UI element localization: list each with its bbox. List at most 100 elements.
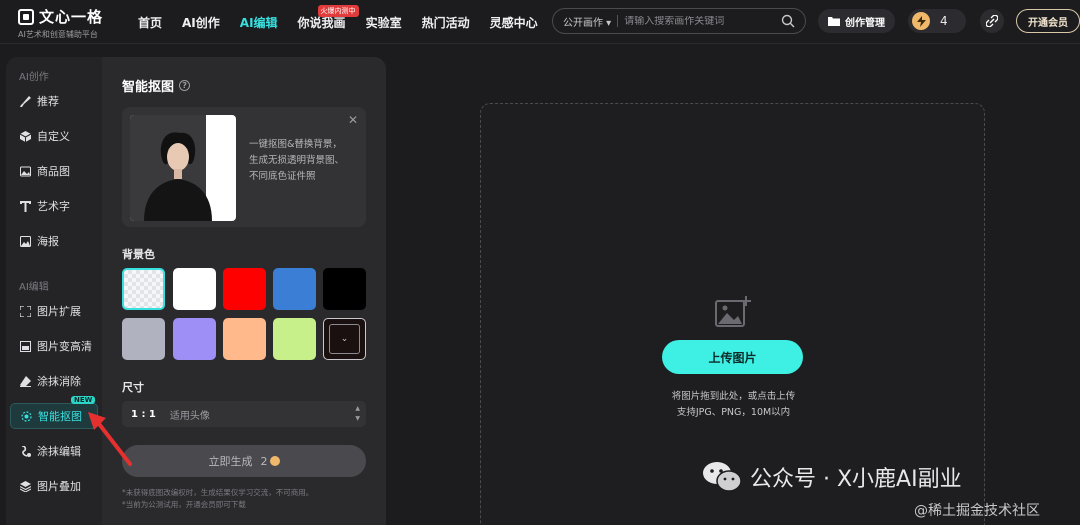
brand-tagline: AI艺术和创意辅助平台 [18,30,98,39]
coin-icon [269,456,280,466]
sidebar-section-create: AI创作 [19,72,49,83]
expand-icon [20,305,31,317]
generate-cost: 2 [261,455,280,468]
sidebar-item-product[interactable]: 商品图 [10,158,98,184]
create-management-label: 创作管理 [845,17,885,29]
swatch-custom[interactable]: ⌄ [323,318,366,360]
search-scope-dropdown[interactable]: 公开画作 ▾ [563,14,611,29]
poster-icon [20,235,31,247]
sidebar-item-smear-edit[interactable]: 涂抹编辑 [10,438,98,464]
cube-icon [20,130,31,142]
folder-icon [828,17,840,26]
stepper-arrows-icon[interactable]: ▲ ▼ [355,404,360,424]
layers-icon [20,480,31,492]
nav-ai-edit[interactable]: AI编辑 [240,14,278,31]
sidebar-item-label: 图片扩展 [37,305,81,318]
tool-panel: AI创作 推荐 自定义 商品图 艺术字 海报 AI编辑 图片扩展 图片变高清 涂… [6,57,386,525]
copyright-note: *未获得底图改编权时，生成结果仅学习交流，不可商用。 [122,488,314,497]
red-arrow-annotation [88,412,132,466]
top-bar: 文心一格 AI艺术和创意辅助平台 首页 AI创作 AI编辑 你说我画 火爆内测中… [0,0,1080,44]
sidebar-item-image-expand[interactable]: 图片扩展 [10,298,98,324]
watermark-text: 公众号 · X小鹿AI副业 [750,467,962,492]
sidebar-item-image-hd[interactable]: 图片变高清 [10,333,98,359]
swatch-peach[interactable] [223,318,266,360]
sidebar-item-label: 涂抹编辑 [37,445,81,458]
nav-you-say-i-draw[interactable]: 你说我画 火爆内测中 [297,4,359,31]
cutout-icon [21,410,32,422]
search-bar: 公开画作 ▾ [552,8,806,34]
logo[interactable]: 文心一格 AI艺术和创意辅助平台 [18,6,103,40]
sidebar-item-art-text[interactable]: 艺术字 [10,193,98,219]
nav-you-say-i-draw-label: 你说我画 [297,15,346,30]
sidebar-item-recommend[interactable]: 推荐 [10,88,98,114]
create-management-button[interactable]: 创作管理 [818,9,895,33]
search-scope-label: 公开画作 [563,17,603,29]
sidebar-item-label: 自定义 [37,130,70,143]
lightning-icon [912,12,930,30]
text-icon [20,200,31,212]
demo-card: 一键抠图&替换背景，生成无损透明背景图、不同底色证件照 ✕ [122,107,366,227]
credits-counter[interactable]: 4 [908,9,966,33]
credits-value: 4 [940,14,948,28]
brand-name: 文心一格 [39,8,104,26]
chevron-down-icon: ⌄ [329,324,360,354]
size-label: 尺寸 [122,381,144,394]
sidebar-item-label: 推荐 [37,95,59,108]
nav-ai-create[interactable]: AI创作 [182,14,220,31]
sidebar-item-smart-cutout[interactable]: 智能抠图 NEW [10,396,98,429]
search-icon[interactable] [781,14,795,28]
source-credit: @稀土掘金技术社区 [914,503,1040,519]
help-icon[interactable]: ? [179,80,191,91]
nav-events[interactable]: 热门活动 [422,14,470,31]
swatch-black[interactable] [323,268,366,310]
swatch-lime[interactable] [273,318,316,360]
upload-hint-drag: 将图片拖到此处，或点击上传 [671,391,796,402]
open-vip-button[interactable]: 开通会员 [1016,9,1080,33]
demo-portrait-image [130,115,236,221]
sidebar-item-custom[interactable]: 自定义 [10,123,98,149]
search-input[interactable] [624,15,781,27]
nav-inspiration[interactable]: 灵感中心 [490,14,538,31]
swatch-gray[interactable] [122,318,165,360]
sidebar-item-label: 智能抠图 [38,410,82,423]
paint-icon [21,445,31,457]
size-select[interactable]: 1 : 1 适用头像 ▲ ▼ [122,401,366,427]
sidebar-item-label: 商品图 [37,165,70,178]
close-icon[interactable]: ✕ [348,113,358,127]
swatch-transparent[interactable] [122,268,165,310]
add-image-icon [715,296,751,327]
hot-badge: 火爆内测中 [317,4,359,17]
size-description: 适用头像 [169,410,210,422]
sidebar-item-image-overlay[interactable]: 图片叠加 [10,473,98,499]
swatch-red[interactable] [223,268,266,310]
sidebar-item-poster[interactable]: 海报 [10,228,98,254]
generate-cost-value: 2 [260,454,268,468]
swatch-blue[interactable] [273,268,316,310]
logo-mark-icon [18,8,34,25]
sidebar-item-label: 海报 [37,235,59,248]
swatch-purple[interactable] [173,318,216,360]
search-divider [617,15,619,27]
swatch-white[interactable] [173,268,216,310]
nav-lab[interactable]: 实验室 [366,14,402,31]
nav-home[interactable]: 首页 [138,14,162,31]
wechat-icon [703,462,742,492]
tool-content: 智能抠图 ? 一键抠图&替换背景，生成无损透明背景图、不同底色证件照 ✕ 背景色 [102,57,386,525]
upload-hint-format: 支持JPG、PNG，10M以内 [676,407,791,418]
sidebar-item-smear-erase[interactable]: 涂抹消除 [10,368,98,394]
sidebar-section-edit: AI编辑 [19,282,49,293]
hd-icon [20,340,31,352]
new-badge: NEW [71,396,96,404]
background-color-label: 背景色 [122,248,155,261]
link-icon[interactable] [980,9,1004,33]
demo-description: 一键抠图&替换背景，生成无损透明背景图、不同底色证件照 [249,139,345,182]
main-nav: 首页 AI创作 AI编辑 你说我画 火爆内测中 实验室 热门活动 灵感中心 [138,0,538,44]
upload-image-button[interactable]: 上传图片 [662,340,803,374]
sidebar-item-label: 图片变高清 [37,340,92,353]
generate-button[interactable]: 立即生成 2 [122,445,366,477]
sidebar-item-label: 涂抹消除 [37,375,81,388]
eraser-icon [20,375,31,387]
generate-label: 立即生成 [208,455,253,468]
brush-icon [20,95,31,107]
tool-title: 智能抠图 ? [122,76,191,95]
